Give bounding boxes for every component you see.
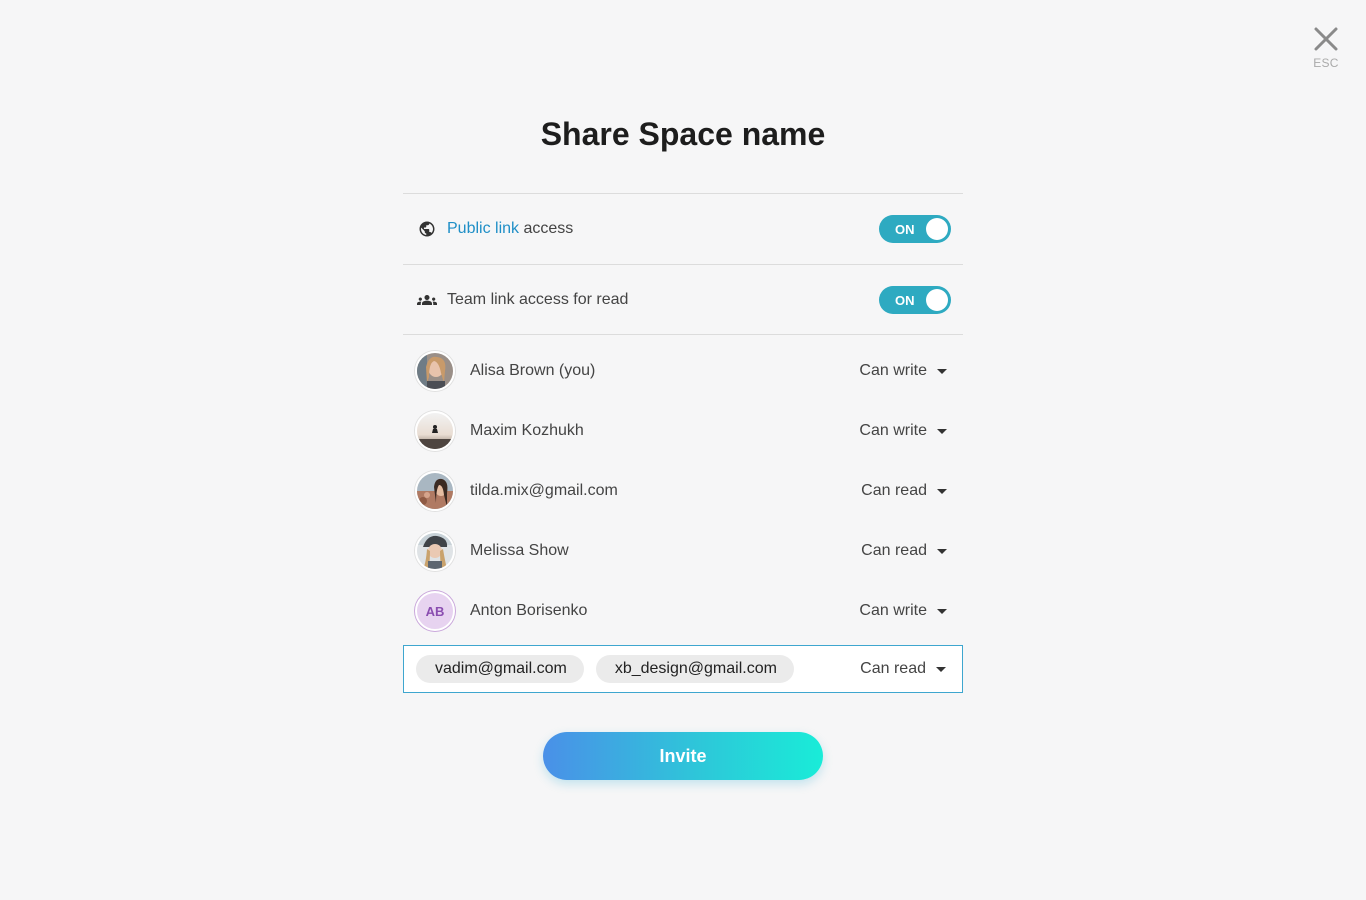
- avatar: [415, 411, 455, 451]
- member-name: Maxim Kozhukh: [470, 422, 584, 439]
- avatar: [415, 351, 455, 391]
- caret-down-icon: [936, 666, 946, 672]
- email-chip[interactable]: xb_design@gmail.com: [595, 655, 794, 683]
- member-row: tilda.mix@gmail.com Can read: [403, 461, 963, 521]
- email-chip[interactable]: vadim@gmail.com: [416, 655, 584, 683]
- member-name: Melissa Show: [470, 542, 569, 559]
- member-name: Anton Borisenko: [470, 602, 588, 619]
- permission-dropdown[interactable]: Can write: [859, 362, 947, 380]
- close-button[interactable]: ESC: [1306, 26, 1346, 78]
- avatar: [415, 531, 455, 571]
- member-row: Alisa Brown (you) Can write: [403, 341, 963, 401]
- public-link-label: Public link access: [447, 220, 574, 237]
- caret-down-icon: [937, 428, 947, 434]
- invite-permission-dropdown[interactable]: Can read: [860, 660, 946, 678]
- public-link[interactable]: Public link: [447, 220, 519, 237]
- esc-label: ESC: [1313, 56, 1339, 70]
- toggle-knob: [926, 218, 948, 240]
- team-link-label: Team link access for read: [447, 290, 629, 308]
- member-row: Maxim Kozhukh Can write: [403, 401, 963, 461]
- member-list: Alisa Brown (you) Can write Maxim Kozhuk…: [403, 341, 963, 641]
- avatar-initials: AB: [415, 591, 455, 631]
- public-link-toggle[interactable]: ON: [879, 215, 951, 243]
- permission-dropdown[interactable]: Can read: [861, 542, 947, 560]
- caret-down-icon: [937, 368, 947, 374]
- toggle-knob: [926, 288, 948, 311]
- permission-dropdown[interactable]: Can write: [859, 422, 947, 440]
- public-link-row: Public link access ON: [403, 193, 963, 264]
- caret-down-icon: [937, 608, 947, 614]
- share-panel: Public link access ON Team link access f…: [403, 193, 963, 693]
- toggle-state: ON: [895, 292, 915, 308]
- toggle-state: ON: [895, 222, 915, 237]
- caret-down-icon: [937, 488, 947, 494]
- invite-button[interactable]: Invite: [543, 732, 823, 780]
- team-link-row: Team link access for read ON: [403, 264, 963, 335]
- permission-dropdown[interactable]: Can write: [859, 602, 947, 620]
- permission-dropdown[interactable]: Can read: [861, 482, 947, 500]
- invite-email-input[interactable]: vadim@gmail.com xb_design@gmail.com Can …: [403, 645, 963, 693]
- member-row: AB Anton Borisenko Can write: [403, 581, 963, 641]
- close-icon: [1313, 26, 1339, 52]
- member-row: Melissa Show Can read: [403, 521, 963, 581]
- team-icon: [417, 290, 437, 310]
- page-title: Share Space name: [540, 116, 826, 152]
- member-name: Alisa Brown (you): [470, 362, 596, 379]
- team-link-toggle[interactable]: ON: [879, 285, 951, 314]
- globe-icon: [417, 219, 437, 239]
- avatar: [415, 471, 455, 511]
- member-name: tilda.mix@gmail.com: [470, 482, 618, 499]
- caret-down-icon: [937, 548, 947, 554]
